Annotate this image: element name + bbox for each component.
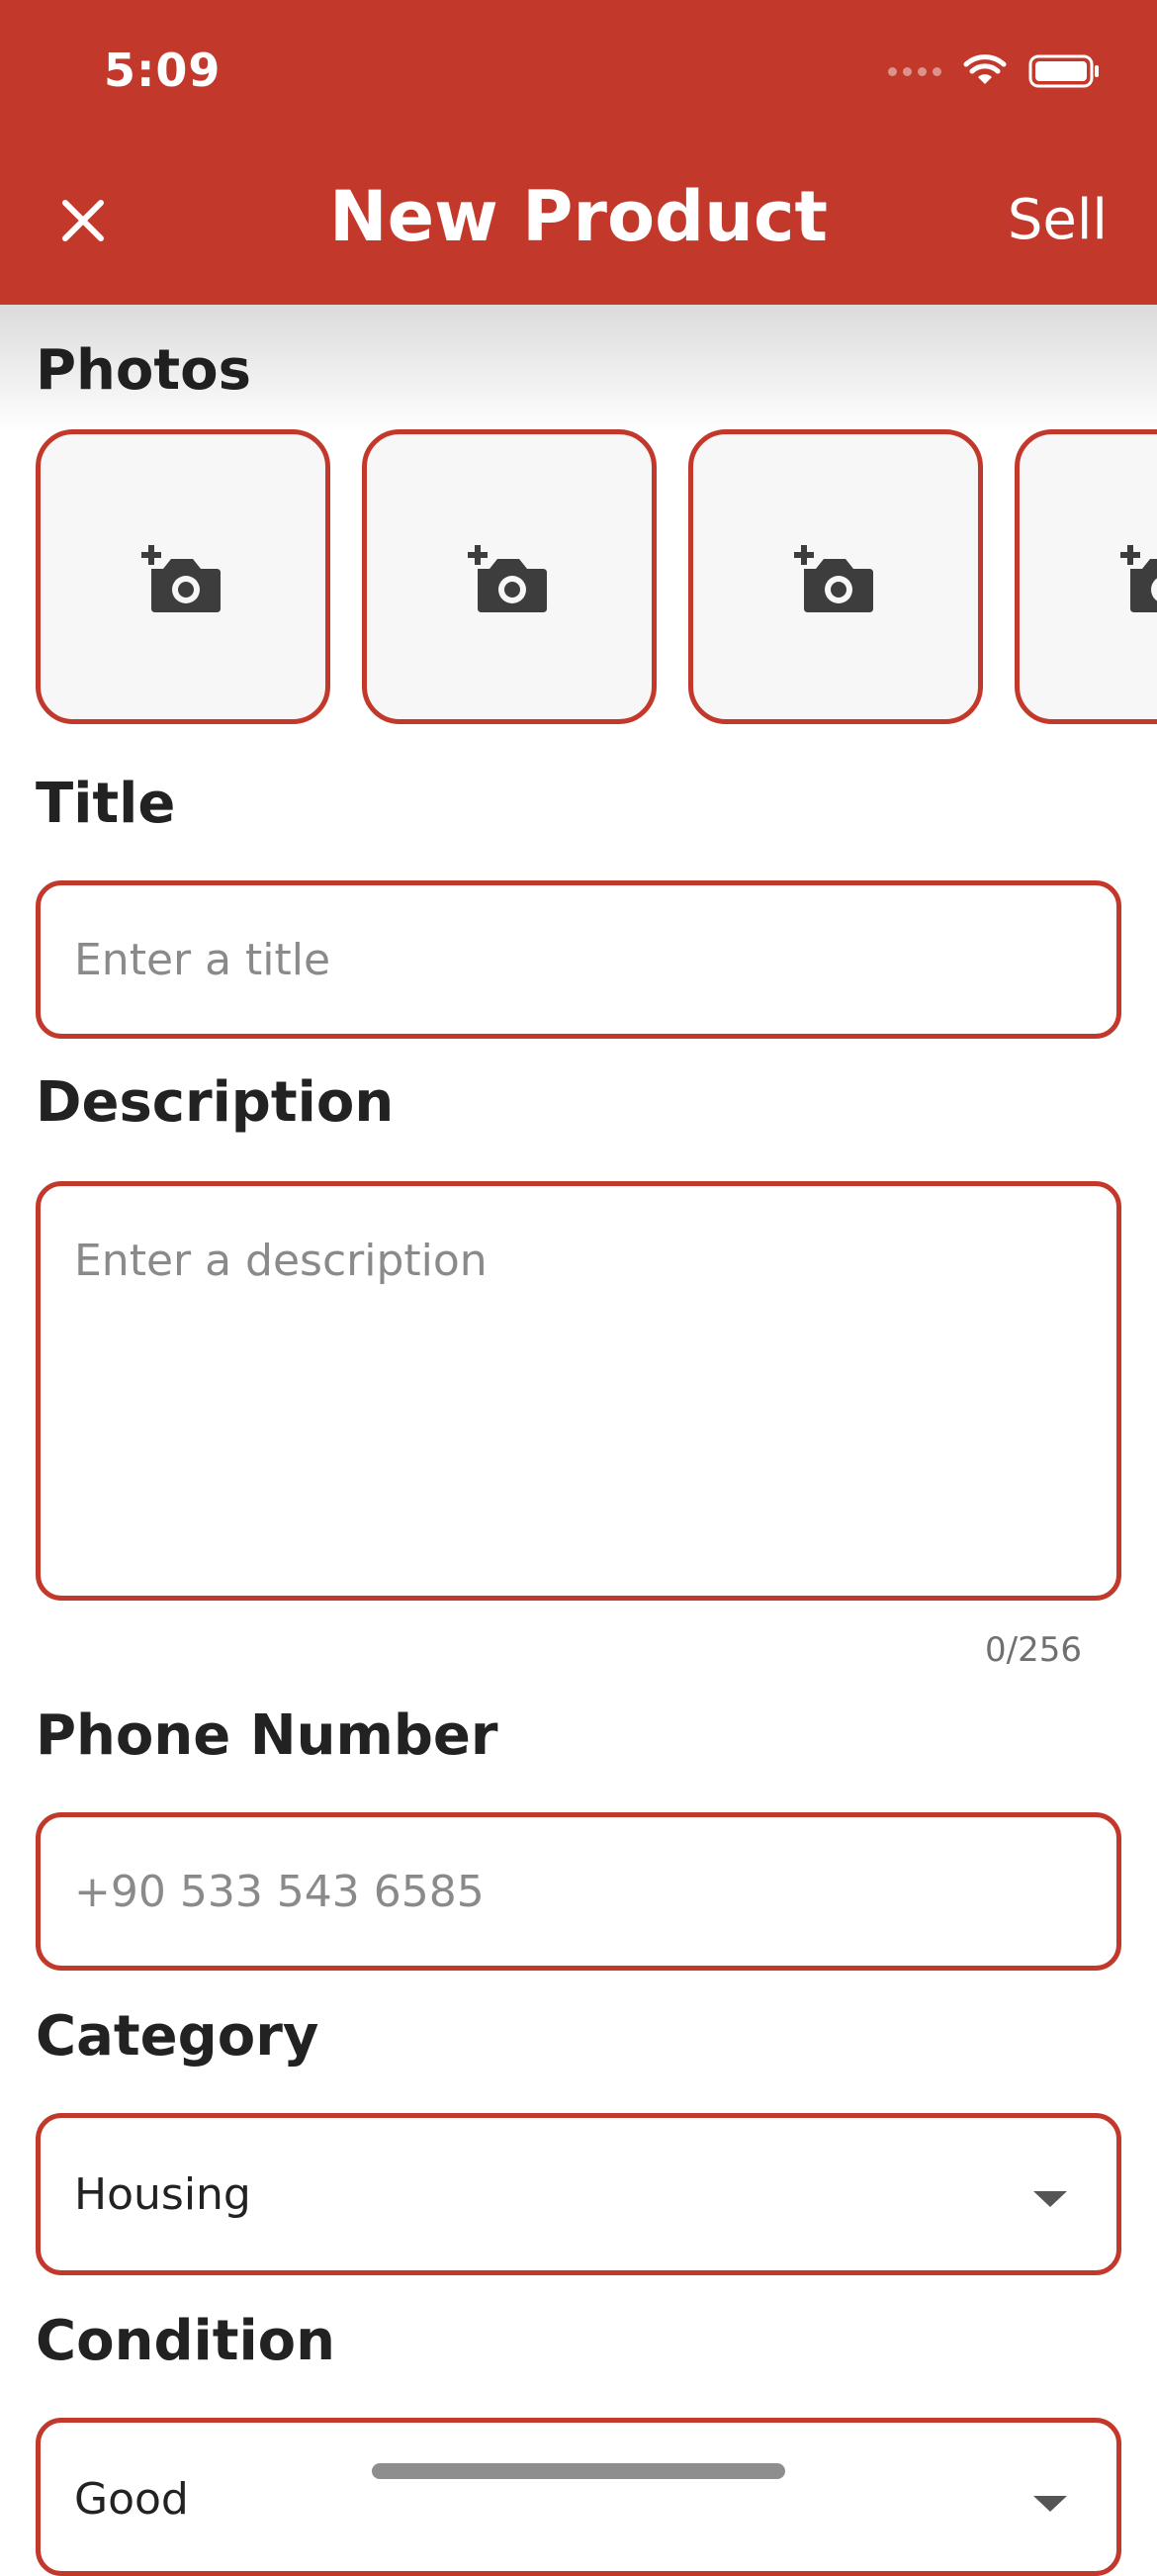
category-label: Category [36,2004,319,2069]
description-textarea[interactable]: Enter a description [36,1181,1121,1601]
status-icons [888,51,1102,91]
phone-number-label: Phone Number [36,1703,498,1768]
cellular-signal-icon [888,66,941,76]
sell-button[interactable]: Sell [1008,188,1108,252]
add-photo-button[interactable] [1015,429,1157,724]
description-label: Description [36,1070,395,1135]
add-photo-icon [141,545,221,612]
chevron-down-icon [1033,2191,1067,2207]
add-photo-button[interactable] [688,429,983,724]
add-photo-button[interactable] [36,429,330,724]
title-label: Title [36,772,176,836]
chevron-down-icon [1033,2496,1067,2512]
add-photo-icon [1120,545,1157,612]
title-placeholder: Enter a title [74,935,331,985]
photos-label: Photos [36,338,251,403]
add-photo-button[interactable] [362,429,657,724]
condition-label: Condition [36,2309,336,2373]
phone-number-placeholder: +90 533 543 6585 [74,1867,485,1917]
page-title: New Product [329,176,828,257]
category-value: Housing [74,2169,251,2220]
condition-value: Good [74,2474,189,2525]
photos-row[interactable] [36,429,1157,726]
wifi-icon [963,54,1007,84]
description-placeholder: Enter a description [74,1236,488,1286]
add-photo-icon [468,545,547,612]
battery-icon [1028,54,1099,88]
description-char-counter: 0/256 [985,1630,1082,1670]
condition-select[interactable]: Good [36,2418,1121,2576]
app-header: 5:09 New Product Sell [0,0,1157,305]
category-select[interactable]: Housing [36,2113,1121,2275]
add-photo-icon [794,545,873,612]
title-input[interactable]: Enter a title [36,880,1121,1039]
home-indicator[interactable] [372,2463,785,2479]
phone-number-input[interactable]: +90 533 543 6585 [36,1812,1121,1971]
status-time: 5:09 [104,44,222,97]
